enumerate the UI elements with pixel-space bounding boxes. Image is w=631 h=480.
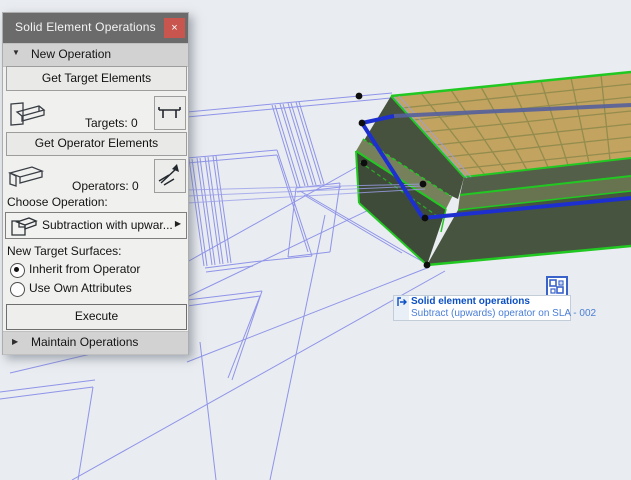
palette-titlebar[interactable]: Solid Element Operations × xyxy=(3,13,188,43)
radio-use-own-attributes[interactable] xyxy=(10,282,25,297)
radio-own-label: Use Own Attributes xyxy=(29,281,132,295)
targets-label: Targets: 0 xyxy=(85,116,138,130)
execute-button[interactable]: Execute xyxy=(6,304,187,330)
chevron-right-icon: ▶ xyxy=(12,337,19,346)
palette-title: Solid Element Operations xyxy=(15,20,156,34)
close-icon: × xyxy=(171,22,178,34)
radio-inherit-from-operator[interactable] xyxy=(10,263,25,278)
dropdown-arrow-icon: ▶ xyxy=(174,219,181,228)
get-target-elements-label: Get Target Elements xyxy=(41,71,152,85)
targets-count: 0 xyxy=(131,116,138,130)
radio-inherit-label: Inherit from Operator xyxy=(29,262,141,276)
target-slab-icon xyxy=(158,107,181,118)
operation-dropdown[interactable]: Subtraction with upwar... ▶ xyxy=(5,212,187,239)
datatip-operation-icon xyxy=(394,296,409,308)
datatip-detail-row: Subtract (upwards) operator on SLA - 002 xyxy=(394,308,596,320)
datatip-detail: Subtract (upwards) operator on SLA - 002 xyxy=(411,308,597,319)
datatip-title: Solid element operations xyxy=(411,296,530,307)
application-window: Solid element operations Subtract (upwar… xyxy=(0,0,631,480)
section-new-operation-label: New Operation xyxy=(31,47,112,61)
section-new-operation[interactable]: ▼ New Operation xyxy=(3,43,188,67)
datatip-indent-cell xyxy=(394,308,409,320)
get-target-elements-button[interactable]: Get Target Elements xyxy=(6,66,187,91)
pick-operator-button[interactable] xyxy=(154,159,186,193)
subtraction-icon xyxy=(11,217,38,236)
info-datatip: Solid element operations Subtract (upwar… xyxy=(393,295,596,321)
pick-target-button[interactable] xyxy=(154,96,186,130)
get-operator-elements-label: Get Operator Elements xyxy=(34,136,159,150)
operators-label: Operators: 0 xyxy=(72,179,139,193)
solid-element-operations-palette: Solid Element Operations × ▼ New Operati… xyxy=(2,12,189,355)
chevron-down-icon: ▼ xyxy=(12,48,20,57)
section-maintain-operations-label: Maintain Operations xyxy=(31,335,139,349)
operators-count: 0 xyxy=(132,179,139,193)
new-target-surfaces-label: New Target Surfaces: xyxy=(7,244,122,258)
execute-label: Execute xyxy=(74,309,119,323)
close-button[interactable]: × xyxy=(164,18,185,38)
section-maintain-operations[interactable]: ▶ Maintain Operations xyxy=(3,331,188,355)
get-operator-elements-button[interactable]: Get Operator Elements xyxy=(6,132,187,156)
target-elements-icon xyxy=(6,98,46,131)
group-squares-icon xyxy=(549,279,564,294)
datatip-title-row: Solid element operations xyxy=(394,296,570,308)
operator-elements-icon xyxy=(6,160,46,193)
operator-arrow-icon xyxy=(158,164,179,186)
choose-operation-label: Choose Operation: xyxy=(7,195,108,209)
operation-dropdown-value: Subtraction with upwar... xyxy=(42,218,173,232)
